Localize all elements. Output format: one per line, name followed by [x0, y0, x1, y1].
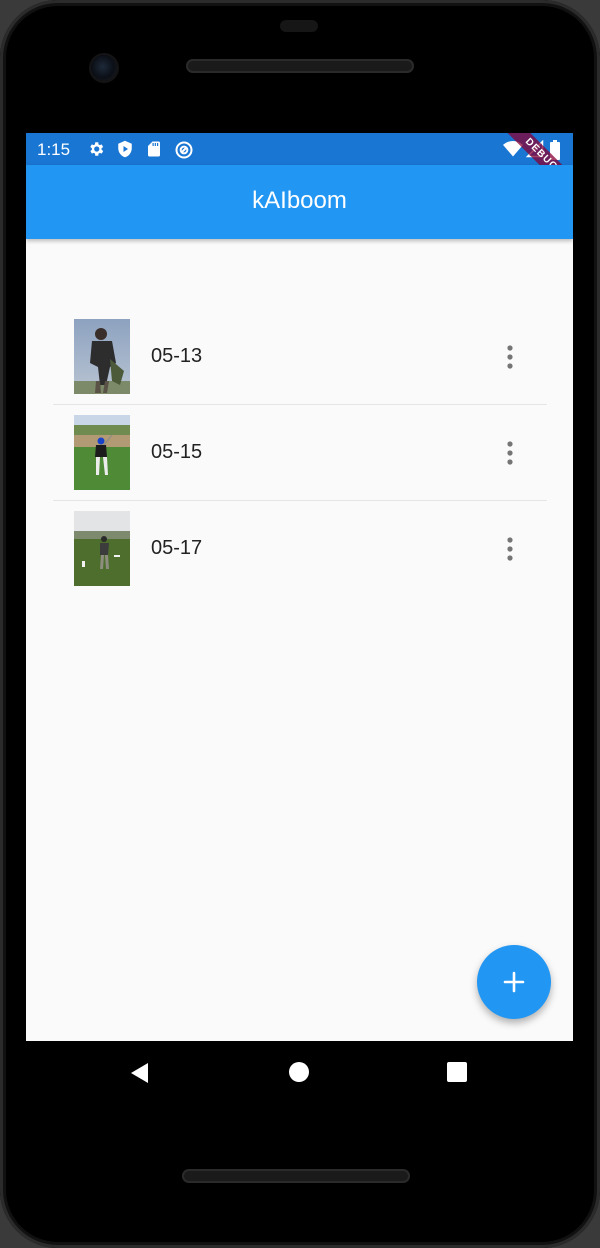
item-label: 05-15 [151, 441, 203, 463]
status-time: 1:15 [37, 140, 71, 159]
status-bar: 1:15 DEBUG [26, 133, 573, 211]
gear-icon [87, 140, 105, 158]
plus-icon [502, 970, 526, 994]
back-icon[interactable] [128, 1061, 152, 1090]
screen: 1:15 DEBUG kAIboom 05-13 05-15 05-17 [26, 133, 573, 1041]
proximity-sensor [280, 20, 318, 32]
phone-frame: 1:15 DEBUG kAIboom 05-13 05-15 05-17 [0, 0, 600, 1248]
top-speaker [186, 59, 414, 73]
app-title: kAIboom [252, 187, 347, 214]
bottom-speaker [182, 1169, 410, 1183]
at-sign-icon [174, 140, 193, 159]
list-item[interactable]: 05-17 [53, 501, 547, 596]
thumbnail-image [74, 415, 130, 490]
recents-icon[interactable] [446, 1061, 468, 1088]
home-icon[interactable] [288, 1061, 310, 1088]
item-label: 05-17 [151, 537, 203, 559]
more-vert-icon[interactable] [498, 439, 522, 467]
add-fab-button[interactable] [477, 945, 551, 1019]
more-vert-icon[interactable] [498, 343, 522, 371]
more-vert-icon[interactable] [498, 535, 522, 563]
app-bar: kAIboom [26, 165, 573, 239]
system-nav-bar [26, 1041, 573, 1106]
shield-play-icon [116, 140, 134, 158]
sd-card-icon [145, 140, 163, 158]
thumbnail-image [74, 511, 130, 586]
list-item[interactable]: 05-13 [53, 309, 547, 405]
thumbnail-image [74, 319, 130, 394]
front-camera [91, 55, 117, 81]
item-label: 05-13 [151, 345, 203, 367]
list-item[interactable]: 05-15 [53, 405, 547, 501]
video-list: 05-13 05-15 05-17 [53, 309, 547, 596]
